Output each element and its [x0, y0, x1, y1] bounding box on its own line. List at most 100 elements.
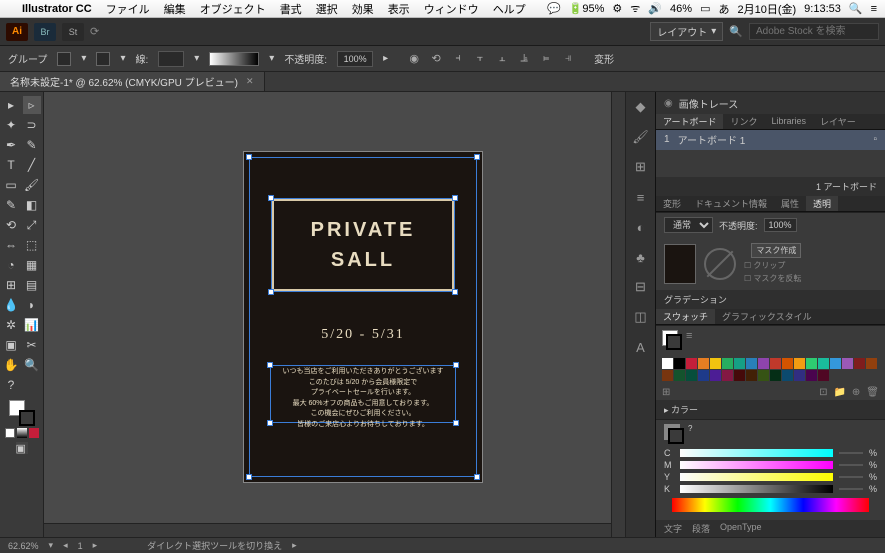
swatch[interactable] [734, 358, 745, 369]
screen-mode-icon[interactable]: ▣ [16, 442, 28, 454]
magenta-slider[interactable] [680, 461, 833, 469]
swatch[interactable] [770, 358, 781, 369]
magic-wand-tool[interactable]: ✦ [2, 116, 20, 134]
align-bottom-icon[interactable]: ⫣ [560, 51, 576, 67]
pathfinder-icon[interactable]: ◫ [632, 308, 650, 326]
tab-layers[interactable]: レイヤー [813, 114, 863, 129]
selection-tool[interactable]: ▸ [2, 96, 20, 114]
new-swatch-icon[interactable]: ⊕ [852, 387, 860, 398]
swatch[interactable] [686, 370, 697, 381]
artboard-canvas[interactable]: PRIVATE SALL 5/20 - 5/31 いつも当店をご利用いただきあり… [244, 152, 482, 482]
blend-mode-select[interactable]: 通常 [664, 217, 713, 233]
color-panel-title[interactable]: ▸ カラー [656, 400, 885, 419]
stroke-color[interactable] [19, 410, 35, 426]
refresh-icon[interactable]: ⟲ [428, 51, 444, 67]
align-top-icon[interactable]: ⫡ [516, 51, 532, 67]
swatch[interactable] [662, 370, 673, 381]
swatch[interactable] [818, 358, 829, 369]
scrollbar-vertical[interactable] [611, 92, 625, 537]
slice-tool[interactable]: ✂ [23, 336, 41, 354]
volume-icon[interactable]: 🔊 [648, 2, 662, 15]
clip-checkbox[interactable]: ☐ クリップ [744, 260, 801, 271]
opacity-value[interactable]: 100% [764, 218, 797, 232]
sync-icon[interactable]: ⟳ [90, 25, 99, 38]
fill-stroke-control[interactable] [9, 400, 35, 426]
menu-window[interactable]: ウィンドウ [424, 1, 479, 17]
help-tool[interactable]: ? [2, 376, 20, 394]
tab-links[interactable]: リンク [723, 114, 764, 129]
body-text[interactable]: いつも当店をご利用いただきありがとうございます このたびは 5/20 から会員様… [272, 367, 454, 430]
magenta-value[interactable] [839, 464, 863, 466]
tab-transform[interactable]: 変形 [656, 196, 688, 211]
scale-tool[interactable]: ⤢ [23, 216, 41, 234]
rotate-tool[interactable]: ⟲ [2, 216, 20, 234]
menu-view[interactable]: 表示 [388, 1, 410, 17]
swatch[interactable] [734, 370, 745, 381]
tab-attributes[interactable]: 属性 [774, 196, 806, 211]
swatch[interactable] [806, 370, 817, 381]
align-center-v-icon[interactable]: ⫢ [538, 51, 554, 67]
swatch[interactable] [842, 358, 853, 369]
zoom-tool[interactable]: 🔍 [23, 356, 41, 374]
stock-search-input[interactable] [749, 23, 879, 40]
align-icon[interactable]: ⊟ [632, 278, 650, 296]
fill-swatch[interactable] [57, 52, 71, 66]
tab-transparency[interactable]: 透明 [806, 196, 838, 211]
swatch-fill-stroke[interactable] [662, 330, 682, 350]
swatch-lib-icon[interactable]: ⊞ [662, 387, 670, 398]
selection-handle[interactable] [246, 154, 252, 160]
swatch-options-icon[interactable]: ⊡ [819, 387, 827, 398]
menu-help[interactable]: ヘルプ [493, 1, 526, 17]
artboard-row[interactable]: 1 アートボード 1 ▫ [656, 130, 885, 150]
transform-label[interactable]: 変形 [594, 51, 614, 66]
swatch[interactable] [674, 358, 685, 369]
swatch[interactable] [782, 358, 793, 369]
align-center-h-icon[interactable]: ⫟ [472, 51, 488, 67]
pen-tool[interactable]: ✒ [2, 136, 20, 154]
swatch[interactable] [758, 370, 769, 381]
selection-handle[interactable] [474, 474, 480, 480]
menu-effect[interactable]: 効果 [352, 1, 374, 17]
new-group-icon[interactable]: 📁 [833, 387, 845, 398]
swatch[interactable] [674, 370, 685, 381]
brush-preview[interactable] [209, 52, 259, 66]
black-slider[interactable] [680, 485, 833, 493]
line-tool[interactable]: ╱ [23, 156, 41, 174]
nav-next-icon[interactable]: ▸ [93, 540, 98, 551]
color-mode-icon[interactable] [5, 428, 15, 438]
swatch[interactable] [746, 358, 757, 369]
eyedropper-tool[interactable]: 💧 [2, 296, 20, 314]
lasso-tool[interactable]: ⊃ [23, 116, 41, 134]
wifi-icon[interactable]: ⚙ [612, 2, 622, 15]
invert-checkbox[interactable]: ☐ マスクを反転 [744, 273, 801, 284]
perspective-tool[interactable]: ▦ [23, 256, 41, 274]
swatch[interactable] [854, 358, 865, 369]
swatch[interactable] [782, 370, 793, 381]
hand-tool[interactable]: ✋ [2, 356, 20, 374]
menu-select[interactable]: 選択 [316, 1, 338, 17]
mesh-tool[interactable]: ⊞ [2, 276, 20, 294]
brush-tool[interactable]: 🖌 [23, 176, 41, 194]
swatch[interactable] [746, 370, 757, 381]
libraries-icon[interactable]: ◆ [632, 98, 650, 116]
tab-paragraph[interactable]: 段落 [692, 522, 710, 535]
swatch[interactable] [758, 358, 769, 369]
zoom-level[interactable]: 62.62% [8, 541, 39, 551]
canvas-area[interactable]: PRIVATE SALL 5/20 - 5/31 いつも当店をご利用いただきあり… [44, 92, 625, 537]
gradient-panel-title[interactable]: グラデーション [656, 290, 885, 309]
swatch[interactable] [794, 358, 805, 369]
swatch[interactable] [722, 358, 733, 369]
date-text[interactable]: 5/20 - 5/31 [244, 327, 482, 343]
tab-docinfo[interactable]: ドキュメント情報 [688, 196, 774, 211]
mem-icon[interactable]: 🔋95% [569, 2, 605, 15]
gradient-mode-icon[interactable] [17, 428, 27, 438]
graph-tool[interactable]: 📊 [23, 316, 41, 334]
image-trace-label[interactable]: 画像トレース [679, 96, 739, 111]
black-value[interactable] [839, 488, 863, 490]
align-right-icon[interactable]: ⫠ [494, 51, 510, 67]
stroke-weight-input[interactable] [158, 51, 184, 67]
workspace-dropdown[interactable]: レイアウト ▾ [650, 22, 723, 41]
yellow-slider[interactable] [680, 473, 833, 481]
app-name[interactable]: Illustrator CC [22, 3, 92, 15]
tab-opentype[interactable]: OpenType [720, 522, 762, 535]
